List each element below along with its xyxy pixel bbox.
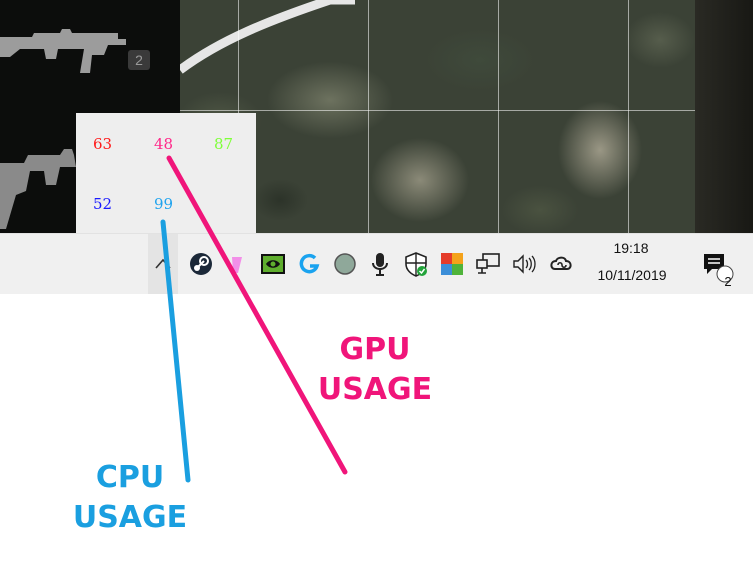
cpu-label-line2: USAGE [72, 500, 188, 535]
cpu-label-line1: CPU [95, 460, 165, 495]
gpu-pointer-line [166, 155, 348, 475]
cpu-pointer-line [160, 219, 191, 483]
cpu-usage-label: CPU USAGE [60, 458, 200, 538]
gpu-label-line2: USAGE [317, 372, 433, 407]
gpu-label-line1: GPU [339, 332, 411, 367]
gpu-usage-label: GPU USAGE [305, 330, 445, 410]
